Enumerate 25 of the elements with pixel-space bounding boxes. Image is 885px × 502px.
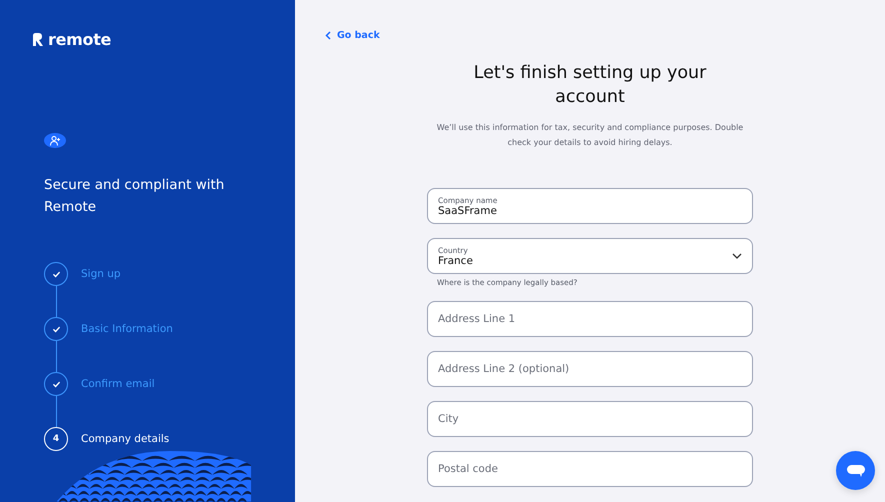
input-field[interactable]: Postal code	[427, 451, 753, 487]
page-title: Let's finish setting up your account	[472, 62, 708, 109]
chat-button[interactable]	[836, 451, 875, 490]
chat-icon	[846, 462, 866, 478]
check-icon	[52, 270, 60, 279]
logo-icon	[32, 32, 44, 47]
logo-text: remote	[48, 30, 112, 49]
step-label: Company details	[81, 432, 170, 448]
step-label: Confirm email	[81, 377, 155, 392]
input-field[interactable]: City	[427, 401, 753, 437]
check-icon	[52, 324, 60, 334]
field-value: France	[438, 254, 474, 266]
input-field[interactable]: Address Line 2 (optional)	[427, 351, 753, 387]
step-circle: 4	[44, 427, 68, 452]
headline: Secure and compliant with Remote	[44, 176, 226, 218]
page-subtitle: We’ll use this information for tax, security and compliance purposes. Double check your details to avoid hiring delays.	[436, 122, 744, 149]
check-icon	[52, 380, 60, 389]
chevron-left-icon	[325, 31, 331, 40]
go-back-link[interactable]: Go back	[325, 30, 380, 41]
chevron-down-icon	[732, 253, 742, 259]
step-label: Basic Information	[81, 322, 173, 338]
user-plus-icon	[44, 133, 66, 148]
field-value: SaaSFrame	[438, 204, 498, 216]
input-field[interactable]: Address Line 1	[427, 301, 753, 337]
step-label: Sign up	[81, 267, 121, 282]
